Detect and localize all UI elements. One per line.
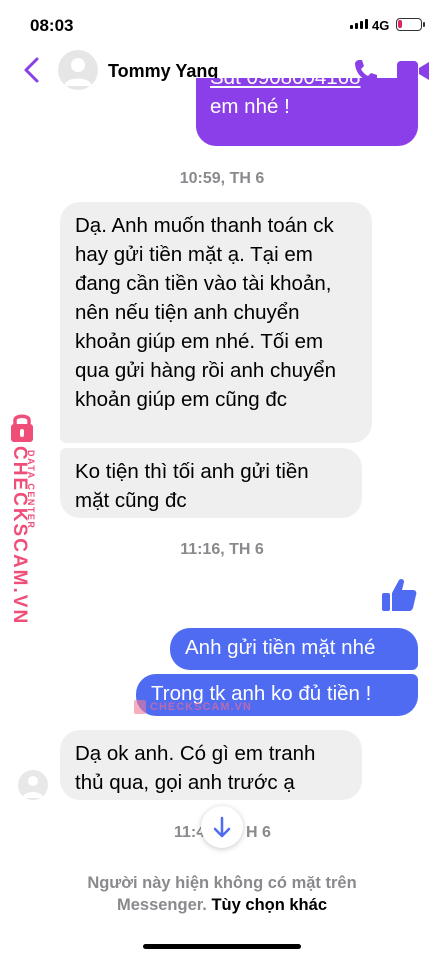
sent-message-bubble[interactable]: Sđt 0908004168 em nhé ! xyxy=(196,78,418,146)
scroll-to-bottom-button[interactable] xyxy=(201,806,243,848)
default-avatar-icon xyxy=(22,776,44,798)
home-indicator[interactable] xyxy=(143,944,301,949)
sent-message-bubble[interactable]: Anh gửi tiền mặt nhé xyxy=(170,628,418,670)
timestamp-partial: H 6 xyxy=(246,824,271,841)
contact-avatar[interactable] xyxy=(58,50,98,90)
arrow-down-icon xyxy=(213,816,231,838)
watermark-mid: CHECKSCAM.VN xyxy=(150,701,252,713)
default-avatar-icon xyxy=(64,58,92,86)
offline-notice: Người này hiện không có mặt trên Messeng… xyxy=(0,872,444,916)
chevron-left-icon[interactable] xyxy=(20,56,44,84)
watermark-subtitle: DATA CENTER xyxy=(26,450,36,530)
timestamp: 11:16, TH 6 xyxy=(180,541,264,558)
offline-notice-text-2: Messenger. xyxy=(116,896,207,914)
received-message-bubble[interactable]: Dạ. Anh muốn thanh toán ck hay gửi tiền … xyxy=(60,202,372,443)
received-message-bubble[interactable]: Dạ ok anh. Có gì em tranh thủ qua, gọi a… xyxy=(60,730,362,800)
battery-icon xyxy=(396,18,422,31)
watermark-lock-mark xyxy=(134,700,146,714)
timestamp: 10:59, TH 6 xyxy=(179,170,265,187)
offline-notice-text: Người này hiện không có mặt trên xyxy=(87,874,357,892)
thumbs-up-icon[interactable] xyxy=(380,576,418,614)
lock-icon xyxy=(11,414,33,442)
sent-message-text: em nhé ! xyxy=(210,95,290,118)
battery-cap xyxy=(423,22,425,27)
more-options-link[interactable]: Tùy chọn khác xyxy=(211,896,327,914)
phone-number-link[interactable]: Sđt 0908004168 xyxy=(210,78,404,92)
received-message-bubble[interactable]: Ko tiện thì tối anh gửi tiền mặt cũng đc xyxy=(60,448,362,518)
network-type: 4G xyxy=(372,18,390,33)
signal-icon xyxy=(350,19,368,29)
status-time: 08:03 xyxy=(30,16,74,35)
contact-avatar-small xyxy=(18,770,48,800)
